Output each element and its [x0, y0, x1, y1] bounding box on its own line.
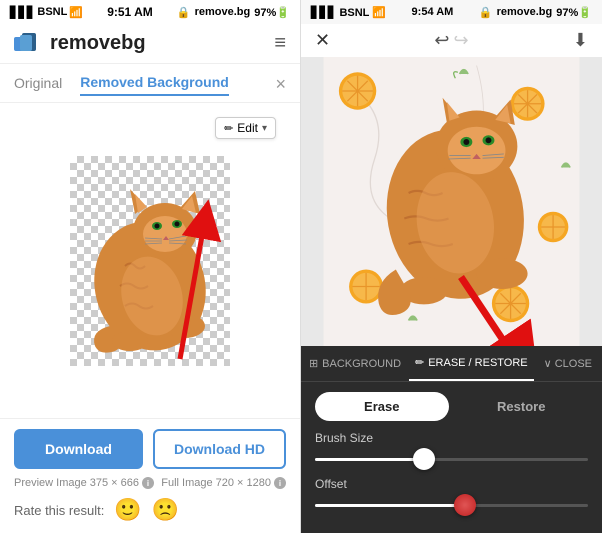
full-info-icon[interactable]: i — [274, 477, 286, 489]
bottom-toolbar: ⊞ BACKGROUND ✏ ERASE / RESTORE ∨ CLOSE E… — [301, 346, 602, 533]
left-url: remove.bg — [195, 6, 251, 18]
brush-size-label: Brush Size — [315, 431, 588, 445]
lock-icon: 🔒 — [177, 6, 191, 19]
undo-icon[interactable]: ↩ — [434, 30, 449, 51]
left-right-status: 🔒 remove.bg 97%🔋 — [177, 6, 290, 19]
edit-button[interactable]: ✏ Edit ▾ — [215, 117, 276, 139]
logo-icon — [14, 33, 42, 55]
cat-image — [70, 156, 230, 366]
right-wifi-icon: 📶 — [372, 7, 386, 19]
tab-close-icon[interactable]: × — [275, 74, 286, 95]
battery-pct: 97% — [254, 7, 276, 19]
offset-thumb[interactable] — [454, 494, 476, 516]
right-battery-icon: 97%🔋 — [556, 6, 592, 19]
tab-erase-restore[interactable]: ✏ ERASE / RESTORE — [409, 346, 534, 381]
signal-bars-icon: ▋▋▋ — [10, 6, 35, 19]
offset-slider[interactable] — [315, 495, 588, 515]
carrier-name: BSNL — [37, 6, 67, 18]
right-image-svg — [301, 57, 602, 346]
rate-row: Rate this result: 🙂 🙁 — [14, 497, 286, 523]
close-editor-icon[interactable]: ✕ — [315, 30, 330, 51]
eraser-icon: ✏ — [415, 356, 424, 369]
right-time: 9:54 AM — [412, 6, 454, 18]
logo-text: removebg — [50, 32, 146, 55]
left-nav-bar: removebg ≡ — [0, 24, 300, 64]
hamburger-menu[interactable]: ≡ — [274, 32, 286, 55]
right-carrier: ▋▋▋ BSNL 📶 — [311, 6, 386, 19]
restore-button[interactable]: Restore — [455, 392, 589, 421]
tab-removed-bg[interactable]: Removed Background — [80, 74, 229, 96]
logo-area: removebg — [14, 32, 146, 55]
close-toolbar-button[interactable]: ∨ CLOSE — [534, 346, 602, 381]
full-info: Full Image 720 × 1280 i — [161, 477, 286, 489]
chevron-down-icon: ▾ — [262, 123, 267, 134]
left-status-bar: ▋▋▋ BSNL 📶 9:51 AM 🔒 remove.bg 97%🔋 — [0, 0, 300, 24]
rate-label: Rate this result: — [14, 503, 104, 518]
tab-background-label: BACKGROUND — [322, 358, 401, 370]
close-label: CLOSE — [555, 358, 592, 370]
full-size: 720 × 1280 — [216, 477, 271, 489]
tab-erase-label: ERASE / RESTORE — [428, 357, 527, 369]
brush-size-slider[interactable] — [315, 449, 588, 469]
right-status-bar: ▋▋▋ BSNL 📶 9:54 AM 🔒 remove.bg 97%🔋 — [301, 0, 602, 24]
nav-actions: ↩ ↪ — [434, 30, 468, 51]
info-row: Preview Image 375 × 666 i Full Image 720… — [14, 477, 286, 489]
preview-size: 375 × 666 — [90, 477, 139, 489]
preview-label: Preview Image — [14, 477, 87, 489]
tab-background[interactable]: ⊞ BACKGROUND — [301, 346, 409, 381]
chevron-down-icon: ∨ — [544, 357, 552, 370]
layers-icon: ⊞ — [309, 357, 318, 370]
erase-restore-row: Erase Restore — [301, 382, 602, 427]
left-panel: ▋▋▋ BSNL 📶 9:51 AM 🔒 remove.bg 97%🔋 remo… — [0, 0, 301, 533]
download-hd-button[interactable]: Download HD — [153, 429, 286, 469]
tabs-row: Original Removed Background × — [0, 64, 300, 103]
right-nav: ✕ ↩ ↪ ⬇ — [301, 24, 602, 57]
preview-info-icon[interactable]: i — [142, 477, 154, 489]
image-area: ✏ Edit ▾ — [0, 103, 300, 418]
bottom-actions: Download Download HD Preview Image 375 ×… — [0, 418, 300, 533]
brush-track-fill — [315, 458, 424, 461]
offset-track-fill — [315, 504, 465, 507]
right-url: remove.bg — [497, 6, 553, 18]
cat-svg — [70, 156, 230, 366]
toolbar-tabs: ⊞ BACKGROUND ✏ ERASE / RESTORE ∨ CLOSE — [301, 346, 602, 382]
right-battery-pct: 97% — [556, 7, 578, 19]
brush-thumb[interactable] — [413, 448, 435, 470]
redo-icon[interactable]: ↪ — [454, 30, 469, 51]
wifi-icon: 📶 — [69, 6, 83, 19]
left-time: 9:51 AM — [107, 5, 153, 19]
erase-button[interactable]: Erase — [315, 392, 449, 421]
sad-emoji-button[interactable]: 🙁 — [152, 497, 179, 523]
preview-info: Preview Image 375 × 666 i — [14, 477, 154, 489]
full-label: Full Image — [161, 477, 212, 489]
pencil-icon: ✏ — [224, 122, 233, 135]
offset-label: Offset — [315, 477, 588, 491]
edit-label: Edit — [237, 121, 258, 135]
right-panel: ▋▋▋ BSNL 📶 9:54 AM 🔒 remove.bg 97%🔋 ✕ ↩ … — [301, 0, 602, 533]
happy-emoji-button[interactable]: 🙂 — [114, 497, 141, 523]
right-lock-icon: 🔒 — [479, 6, 493, 19]
right-signal-icon: ▋▋▋ — [311, 7, 336, 19]
right-carrier-name: BSNL — [339, 7, 369, 19]
save-download-icon[interactable]: ⬇ — [573, 30, 588, 51]
button-row: Download Download HD — [14, 429, 286, 469]
battery-icon: 97%🔋 — [254, 6, 290, 19]
download-button[interactable]: Download — [14, 429, 143, 469]
tab-original[interactable]: Original — [14, 75, 62, 95]
right-image-area — [301, 57, 602, 346]
right-battery: 🔒 remove.bg 97%🔋 — [479, 6, 592, 19]
slider-section: Brush Size Offset — [301, 427, 602, 533]
left-carrier: ▋▋▋ BSNL 📶 — [10, 6, 83, 19]
